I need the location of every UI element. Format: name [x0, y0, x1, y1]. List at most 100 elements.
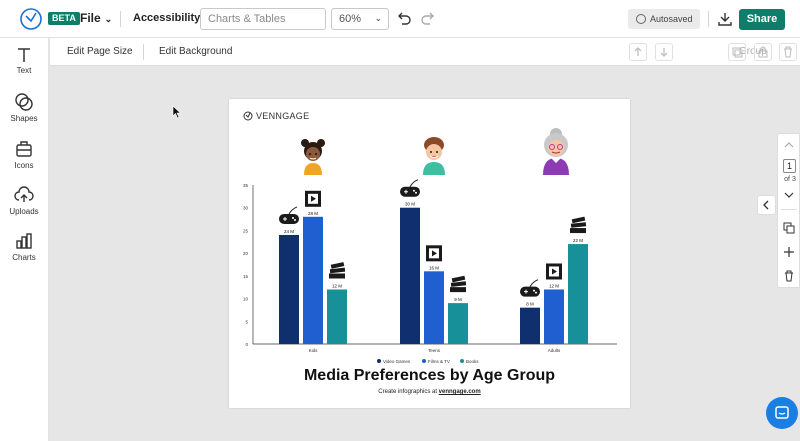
sidebar-item-text[interactable]: Text	[0, 46, 48, 75]
sidebar-item-label: Shapes	[10, 114, 38, 123]
y-tick-label: 0	[245, 342, 248, 347]
y-tick-label: 15	[243, 274, 249, 279]
data-label: 24 M	[284, 229, 294, 234]
y-tick-label: 5	[245, 319, 248, 324]
legend-swatch	[460, 359, 464, 363]
top-toolbar: BETA File⌄ Accessibility 60% ⌄ Autosaved…	[0, 0, 800, 38]
data-label: 28 M	[308, 211, 318, 216]
charts-icon	[16, 233, 32, 249]
data-label: 16 M	[429, 265, 439, 270]
sidebar-item-charts[interactable]: Charts	[0, 231, 48, 262]
gamepad-icon	[279, 206, 299, 224]
document-title-input[interactable]	[200, 8, 326, 30]
bar-films-tv-teens	[424, 271, 444, 344]
books-icon	[329, 262, 346, 279]
arrow-down-icon	[660, 48, 668, 57]
chart-title[interactable]: Media Preferences by Age Group	[229, 367, 630, 385]
x-tick-label: Teens	[428, 348, 441, 353]
zoom-select[interactable]: 60% ⌄	[331, 8, 389, 30]
bar-films-tv-adults	[544, 289, 564, 344]
share-button[interactable]: Share	[739, 9, 785, 30]
lock-button[interactable]	[754, 43, 772, 61]
text-icon	[18, 48, 30, 62]
venngage-logo-icon[interactable]	[19, 7, 43, 31]
edit-background-button[interactable]: Edit Background	[159, 46, 232, 57]
y-tick-label: 20	[243, 251, 249, 256]
edit-page-size-button[interactable]: Edit Page Size	[67, 46, 133, 57]
legend-swatch	[422, 359, 426, 363]
chevron-down-icon: ⌄	[104, 14, 113, 24]
lock-icon	[758, 46, 768, 58]
sidebar-item-label: Icons	[14, 161, 34, 170]
chevron-down-icon[interactable]	[783, 190, 795, 200]
x-tick-label: Adults	[548, 348, 561, 353]
y-tick-label: 30	[243, 206, 249, 211]
divider	[708, 11, 709, 27]
divider	[120, 11, 121, 27]
accessibility-button[interactable]: Accessibility	[133, 12, 200, 24]
divider	[143, 44, 144, 60]
mouse-cursor-icon	[172, 105, 182, 119]
venngage-link[interactable]: venngage.com	[439, 389, 481, 395]
footer-prefix: Create infographics at	[378, 389, 439, 395]
download-icon[interactable]	[716, 10, 734, 28]
y-tick-label: 25	[243, 228, 249, 233]
data-label: 22 M	[573, 238, 583, 243]
context-toolbar: Edit Page Size Edit Background Group	[50, 38, 800, 66]
bar-chart[interactable]: 0 5 10 15 20 25 30 35 24 M 28 M 12 M Kids 30 M 16 M 9 …	[229, 99, 630, 369]
data-label: 9 M	[454, 297, 462, 302]
legend-label: Video Games	[383, 359, 411, 364]
autosaved-label: Autosaved	[650, 14, 693, 24]
sidebar-item-shapes[interactable]: Shapes	[0, 92, 48, 123]
data-label: 30 M	[405, 202, 415, 207]
undo-icon[interactable]	[395, 10, 413, 28]
file-menu[interactable]: File ⌄	[80, 11, 112, 25]
bar-books-kids	[327, 289, 347, 344]
delete-button[interactable]	[779, 43, 797, 61]
duplicate-button[interactable]	[728, 43, 746, 61]
legend-label: Films & TV	[428, 359, 450, 364]
sidebar-item-uploads[interactable]: Uploads	[0, 185, 48, 216]
move-down-button[interactable]	[655, 43, 673, 61]
chevron-left-icon	[763, 200, 769, 210]
delete-page-icon[interactable]	[782, 269, 796, 283]
left-sidebar: Text Shapes Icons Uploads Charts	[0, 38, 49, 441]
data-label: 8 M	[526, 302, 534, 307]
y-tick-label: 10	[243, 297, 249, 302]
zoom-value: 60%	[339, 13, 362, 25]
y-tick-label: 35	[243, 183, 249, 188]
data-label: 12 M	[332, 283, 342, 288]
bar-books-adults	[568, 244, 588, 344]
bar-video-games-kids	[279, 234, 299, 344]
bar-books-teens	[448, 303, 468, 344]
bar-video-games-adults	[520, 307, 540, 344]
film-icon	[305, 190, 321, 207]
copy-icon	[732, 47, 743, 58]
sidebar-item-label: Charts	[12, 253, 36, 262]
shapes-icon	[15, 93, 33, 111]
move-up-button[interactable]	[629, 43, 647, 61]
page-navigator: 1 of 3	[777, 133, 800, 288]
page-count: of 3	[784, 176, 796, 183]
canvas-page[interactable]: VENNGAGE 0 5 10 15 20 25 30 35 24 M 28 M 12 M Kids 3…	[229, 99, 630, 408]
footer-note: Create infographics at venngage.com	[229, 389, 630, 395]
chat-icon	[775, 406, 789, 419]
current-page-number[interactable]: 1	[783, 159, 796, 173]
bar-video-games-teens	[400, 207, 420, 344]
file-menu-label: File	[80, 11, 101, 25]
legend-swatch	[377, 359, 381, 363]
chat-support-button[interactable]	[766, 397, 798, 429]
redo-icon[interactable]	[419, 10, 437, 28]
x-tick-label: Kids	[309, 348, 319, 353]
chevron-up-icon[interactable]	[783, 140, 795, 150]
data-label: 12 M	[549, 283, 559, 288]
sidebar-item-label: Text	[16, 66, 32, 75]
books-icon	[570, 216, 587, 234]
autosaved-status: Autosaved	[628, 9, 700, 29]
sidebar-item-icons[interactable]: Icons	[0, 139, 48, 170]
duplicate-page-icon[interactable]	[782, 221, 796, 235]
sidebar-item-label: Uploads	[9, 207, 39, 216]
add-page-icon[interactable]	[782, 245, 796, 259]
collapse-panel-button[interactable]	[757, 195, 776, 215]
check-circle-icon	[636, 14, 646, 24]
